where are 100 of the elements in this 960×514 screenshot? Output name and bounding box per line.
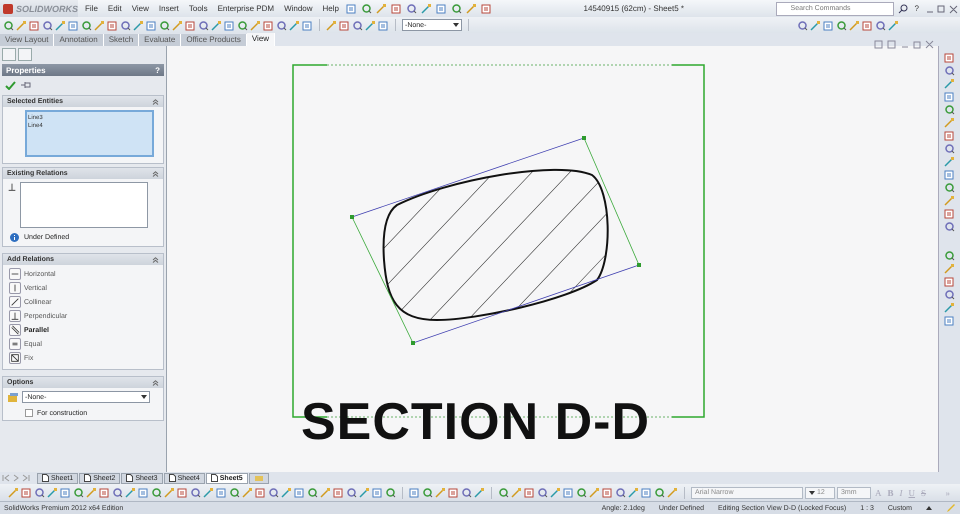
tool-icon[interactable] [385, 487, 396, 498]
menu-item[interactable]: File [82, 4, 101, 13]
tool-icon[interactable] [250, 20, 261, 30]
tool-icon[interactable] [862, 20, 873, 30]
tool-icon[interactable] [420, 3, 432, 14]
tool-icon[interactable] [3, 20, 14, 30]
relation-button[interactable] [9, 268, 21, 280]
tool-icon[interactable] [602, 487, 613, 498]
tool-icon[interactable] [164, 487, 175, 498]
tool-icon[interactable] [94, 20, 105, 30]
tool-icon[interactable] [944, 130, 955, 141]
tool-icon[interactable] [237, 20, 248, 30]
tool-icon[interactable] [326, 20, 337, 30]
checkmark-icon[interactable] [5, 80, 16, 90]
tool-icon[interactable] [216, 487, 227, 498]
tool-icon[interactable] [229, 487, 240, 498]
tool-icon[interactable] [436, 3, 447, 14]
tool-icon[interactable] [450, 3, 462, 14]
feature-tab[interactable] [2, 48, 16, 61]
tool-icon[interactable] [138, 487, 149, 498]
tool-icon[interactable] [641, 487, 652, 498]
tool-icon[interactable] [944, 65, 955, 76]
tool-icon[interactable] [944, 156, 955, 167]
tool-icon[interactable] [511, 487, 522, 498]
tool-icon[interactable] [68, 20, 79, 30]
tool-icon[interactable] [224, 20, 235, 30]
tool-icon[interactable] [944, 143, 955, 154]
tool-icon[interactable] [42, 20, 53, 30]
tool-icon[interactable] [944, 182, 955, 193]
tool-icon[interactable] [944, 91, 955, 102]
tool-icon[interactable] [448, 487, 459, 498]
menu-item[interactable]: View [128, 4, 152, 13]
help-button[interactable]: ? [912, 4, 922, 13]
tool-icon[interactable] [211, 20, 222, 30]
tool-icon[interactable] [190, 487, 201, 498]
tool-icon[interactable] [461, 487, 472, 498]
tool-icon[interactable] [810, 20, 821, 30]
tool-icon[interactable] [120, 20, 131, 30]
collapse-icon[interactable] [152, 256, 159, 262]
tool-icon[interactable] [294, 487, 305, 498]
tool-icon[interactable] [112, 487, 123, 498]
tool-icon[interactable] [34, 487, 45, 498]
menu-item[interactable]: Help [320, 4, 342, 13]
tool-icon[interactable] [60, 487, 71, 498]
tool-icon[interactable] [16, 20, 27, 30]
tool-icon[interactable] [107, 20, 118, 30]
tool-icon[interactable] [198, 20, 209, 30]
menu-item[interactable]: Tools [186, 4, 211, 13]
menu-item[interactable]: Enterprise PDM [214, 4, 278, 13]
tool-icon[interactable] [125, 487, 136, 498]
tool-icon[interactable] [302, 20, 313, 30]
tool-icon[interactable] [390, 3, 402, 14]
tool-icon[interactable] [406, 3, 417, 14]
tool-icon[interactable] [29, 20, 40, 30]
tool-icon[interactable] [8, 487, 19, 498]
tool-icon[interactable] [944, 78, 955, 89]
tool-icon[interactable] [944, 104, 955, 115]
relations-list[interactable] [20, 182, 148, 228]
property-tab[interactable] [18, 48, 32, 61]
command-tab[interactable]: Evaluate [139, 34, 182, 46]
tool-icon[interactable] [81, 20, 92, 30]
tool-icon[interactable] [255, 487, 266, 498]
command-tab[interactable]: Office Products [181, 34, 247, 46]
tool-icon[interactable] [667, 487, 678, 498]
tool-icon[interactable] [823, 20, 834, 30]
tool-icon[interactable] [944, 52, 955, 63]
tool-icon[interactable] [944, 250, 955, 261]
relation-button[interactable] [9, 338, 21, 350]
tool-icon[interactable] [99, 487, 110, 498]
checkbox[interactable] [25, 409, 33, 417]
tool-icon[interactable] [146, 20, 157, 30]
pin-icon[interactable] [21, 81, 31, 89]
tool-icon[interactable] [151, 487, 162, 498]
tool-icon[interactable] [320, 487, 331, 498]
tool-icon[interactable] [537, 487, 548, 498]
tool-icon[interactable] [172, 20, 183, 30]
relation-button[interactable] [9, 310, 21, 322]
command-tab[interactable]: View [246, 33, 276, 46]
tool-icon[interactable] [159, 20, 170, 30]
tool-icon[interactable] [944, 289, 955, 300]
tool-icon[interactable] [628, 487, 639, 498]
tool-icon[interactable] [654, 487, 665, 498]
tool-icon[interactable] [378, 20, 389, 30]
tool-icon[interactable] [435, 487, 446, 498]
collapse-icon[interactable] [152, 380, 159, 386]
tool-icon[interactable] [268, 487, 279, 498]
collapse-icon[interactable] [152, 170, 159, 176]
tool-icon[interactable] [242, 487, 253, 498]
relation-button[interactable] [9, 282, 21, 294]
relation-button[interactable] [9, 324, 21, 336]
tool-icon[interactable] [276, 20, 287, 30]
tool-icon[interactable] [474, 487, 485, 498]
collapse-icon[interactable] [152, 98, 159, 104]
menu-item[interactable]: Edit [104, 4, 125, 13]
tool-icon[interactable] [203, 487, 214, 498]
tool-icon[interactable] [944, 315, 955, 326]
tool-icon[interactable] [409, 487, 420, 498]
tool-icon[interactable] [360, 3, 372, 14]
tool-icon[interactable] [422, 487, 433, 498]
tool-icon[interactable] [133, 20, 144, 30]
